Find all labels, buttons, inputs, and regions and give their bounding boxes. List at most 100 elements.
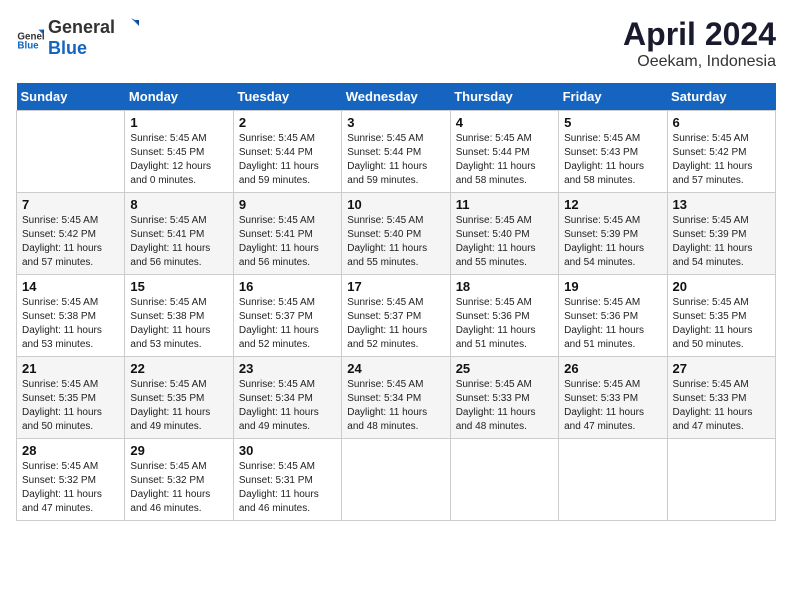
day-number: 7 <box>22 197 119 212</box>
calendar-cell: 6Sunrise: 5:45 AMSunset: 5:42 PMDaylight… <box>667 111 775 193</box>
calendar-cell <box>342 439 450 521</box>
header: General Blue General Blue April 2024 Oee… <box>16 16 776 71</box>
title-area: April 2024 Oeekam, Indonesia <box>623 16 776 71</box>
calendar-cell: 27Sunrise: 5:45 AMSunset: 5:33 PMDayligh… <box>667 357 775 439</box>
day-number: 16 <box>239 279 336 294</box>
day-info: Sunrise: 5:45 AMSunset: 5:38 PMDaylight:… <box>22 296 119 352</box>
day-info: Sunrise: 5:45 AMSunset: 5:32 PMDaylight:… <box>22 460 119 516</box>
calendar-cell: 9Sunrise: 5:45 AMSunset: 5:41 PMDaylight… <box>233 193 341 275</box>
weekday-header-saturday: Saturday <box>667 83 775 111</box>
day-number: 18 <box>456 279 553 294</box>
day-number: 13 <box>673 197 770 212</box>
calendar-cell: 20 Sunrise: 5:45 AMSunset: 5:35 PMDayligh… <box>667 275 775 357</box>
day-info: Sunrise: 5:45 AMSunset: 5:42 PMDaylight:… <box>22 214 119 270</box>
calendar-cell: 2 Sunrise: 5:45 AMSunset: 5:44 PMDaylight… <box>233 111 341 193</box>
day-number: 5 <box>564 115 661 130</box>
calendar-title: April 2024 <box>623 16 776 53</box>
calendar-cell <box>17 111 125 193</box>
calendar-cell: 25 Sunrise: 5:45 AMSunset: 5:33 PMDayligh… <box>450 357 558 439</box>
calendar-cell: 12 Sunrise: 5:45 AMSunset: 5:39 PMDayligh… <box>559 193 667 275</box>
calendar-week-row: 21 Sunrise: 5:45 AMSunset: 5:35 PMDayligh… <box>17 357 776 439</box>
day-info: Sunrise: 5:45 AMSunset: 5:36 PMDaylight:… <box>564 296 661 352</box>
day-info: Sunrise: 5:45 AMSunset: 5:33 PMDaylight:… <box>564 378 661 434</box>
calendar-table: SundayMondayTuesdayWednesdayThursdayFrid… <box>16 83 776 521</box>
day-info: Sunrise: 5:45 AMSunset: 5:35 PMDaylight:… <box>22 378 119 434</box>
calendar-cell: 11 Sunrise: 5:45 AMSunset: 5:40 PMDayligh… <box>450 193 558 275</box>
day-info: Sunrise: 5:45 AMSunset: 5:35 PMDaylight:… <box>130 378 227 434</box>
calendar-cell <box>559 439 667 521</box>
weekday-header-friday: Friday <box>559 83 667 111</box>
day-info: Sunrise: 5:45 AMSunset: 5:41 PMDaylight:… <box>130 214 227 270</box>
calendar-week-row: 7 Sunrise: 5:45 AMSunset: 5:42 PMDaylight… <box>17 193 776 275</box>
logo-bird-icon <box>117 16 139 38</box>
day-info: Sunrise: 5:45 AMSunset: 5:31 PMDaylight:… <box>239 460 336 516</box>
day-info: Sunrise: 5:45 AMSunset: 5:34 PMDaylight:… <box>347 378 444 434</box>
calendar-cell: 21 Sunrise: 5:45 AMSunset: 5:35 PMDayligh… <box>17 357 125 439</box>
day-info: Sunrise: 5:45 AMSunset: 5:45 PMDaylight:… <box>130 132 227 188</box>
logo-icon: General Blue <box>16 24 44 52</box>
day-info: Sunrise: 5:45 AMSunset: 5:42 PMDaylight:… <box>673 132 770 188</box>
weekday-header-row: SundayMondayTuesdayWednesdayThursdayFrid… <box>17 83 776 111</box>
day-info: Sunrise: 5:45 AMSunset: 5:40 PMDaylight:… <box>456 214 553 270</box>
calendar-subtitle: Oeekam, Indonesia <box>623 53 776 71</box>
day-number: 26 <box>564 361 661 376</box>
day-number: 8 <box>130 197 227 212</box>
calendar-cell: 18 Sunrise: 5:45 AMSunset: 5:36 PMDayligh… <box>450 275 558 357</box>
calendar-cell: 3Sunrise: 5:45 AMSunset: 5:44 PMDaylight… <box>342 111 450 193</box>
day-info: Sunrise: 5:45 AMSunset: 5:44 PMDaylight:… <box>347 132 444 188</box>
day-number: 23 <box>239 361 336 376</box>
day-info: Sunrise: 5:45 AMSunset: 5:39 PMDaylight:… <box>564 214 661 270</box>
day-number: 1 <box>130 115 227 130</box>
logo-general-text: General <box>48 17 115 38</box>
calendar-cell: 14 Sunrise: 5:45 AMSunset: 5:38 PMDayligh… <box>17 275 125 357</box>
day-info: Sunrise: 5:45 AMSunset: 5:36 PMDaylight:… <box>456 296 553 352</box>
weekday-header-thursday: Thursday <box>450 83 558 111</box>
calendar-cell: 28 Sunrise: 5:45 AMSunset: 5:32 PMDayligh… <box>17 439 125 521</box>
day-number: 30 <box>239 443 336 458</box>
calendar-cell <box>450 439 558 521</box>
day-info: Sunrise: 5:45 AMSunset: 5:40 PMDaylight:… <box>347 214 444 270</box>
day-number: 29 <box>130 443 227 458</box>
day-number: 19 <box>564 279 661 294</box>
day-number: 17 <box>347 279 444 294</box>
day-info: Sunrise: 5:45 AMSunset: 5:37 PMDaylight:… <box>347 296 444 352</box>
calendar-cell: 26 Sunrise: 5:45 AMSunset: 5:33 PMDayligh… <box>559 357 667 439</box>
day-number: 21 <box>22 361 119 376</box>
day-number: 22 <box>130 361 227 376</box>
calendar-cell: 4Sunrise: 5:45 AMSunset: 5:44 PMDaylight… <box>450 111 558 193</box>
day-info: Sunrise: 5:45 AMSunset: 5:44 PMDaylight:… <box>456 132 553 188</box>
calendar-cell: 5Sunrise: 5:45 AMSunset: 5:43 PMDaylight… <box>559 111 667 193</box>
calendar-cell: 29 Sunrise: 5:45 AMSunset: 5:32 PMDayligh… <box>125 439 233 521</box>
day-number: 14 <box>22 279 119 294</box>
day-info: Sunrise: 5:45 AMSunset: 5:35 PMDaylight:… <box>673 296 770 352</box>
day-number: 9 <box>239 197 336 212</box>
weekday-header-monday: Monday <box>125 83 233 111</box>
calendar-cell <box>667 439 775 521</box>
day-number: 20 <box>673 279 770 294</box>
calendar-cell: 23Sunrise: 5:45 AMSunset: 5:34 PMDayligh… <box>233 357 341 439</box>
day-info: Sunrise: 5:45 AMSunset: 5:33 PMDaylight:… <box>456 378 553 434</box>
weekday-header-sunday: Sunday <box>17 83 125 111</box>
calendar-cell: 13 Sunrise: 5:45 AMSunset: 5:39 PMDayligh… <box>667 193 775 275</box>
day-number: 11 <box>456 197 553 212</box>
day-number: 10 <box>347 197 444 212</box>
day-number: 28 <box>22 443 119 458</box>
calendar-week-row: 28 Sunrise: 5:45 AMSunset: 5:32 PMDayligh… <box>17 439 776 521</box>
logo: General Blue General Blue <box>16 16 139 59</box>
day-number: 2 <box>239 115 336 130</box>
day-info: Sunrise: 5:45 AMSunset: 5:44 PMDaylight:… <box>239 132 336 188</box>
day-number: 25 <box>456 361 553 376</box>
calendar-cell: 30 Sunrise: 5:45 AMSunset: 5:31 PMDayligh… <box>233 439 341 521</box>
day-info: Sunrise: 5:45 AMSunset: 5:32 PMDaylight:… <box>130 460 227 516</box>
day-number: 24 <box>347 361 444 376</box>
day-number: 12 <box>564 197 661 212</box>
svg-text:Blue: Blue <box>17 40 39 51</box>
day-number: 27 <box>673 361 770 376</box>
calendar-cell: 7 Sunrise: 5:45 AMSunset: 5:42 PMDaylight… <box>17 193 125 275</box>
day-info: Sunrise: 5:45 AMSunset: 5:39 PMDaylight:… <box>673 214 770 270</box>
calendar-cell: 17 Sunrise: 5:45 AMSunset: 5:37 PMDayligh… <box>342 275 450 357</box>
logo-blue-text: Blue <box>48 38 87 58</box>
calendar-cell: 24 Sunrise: 5:45 AMSunset: 5:34 PMDayligh… <box>342 357 450 439</box>
calendar-week-row: 14 Sunrise: 5:45 AMSunset: 5:38 PMDayligh… <box>17 275 776 357</box>
calendar-cell: 8 Sunrise: 5:45 AMSunset: 5:41 PMDaylight… <box>125 193 233 275</box>
